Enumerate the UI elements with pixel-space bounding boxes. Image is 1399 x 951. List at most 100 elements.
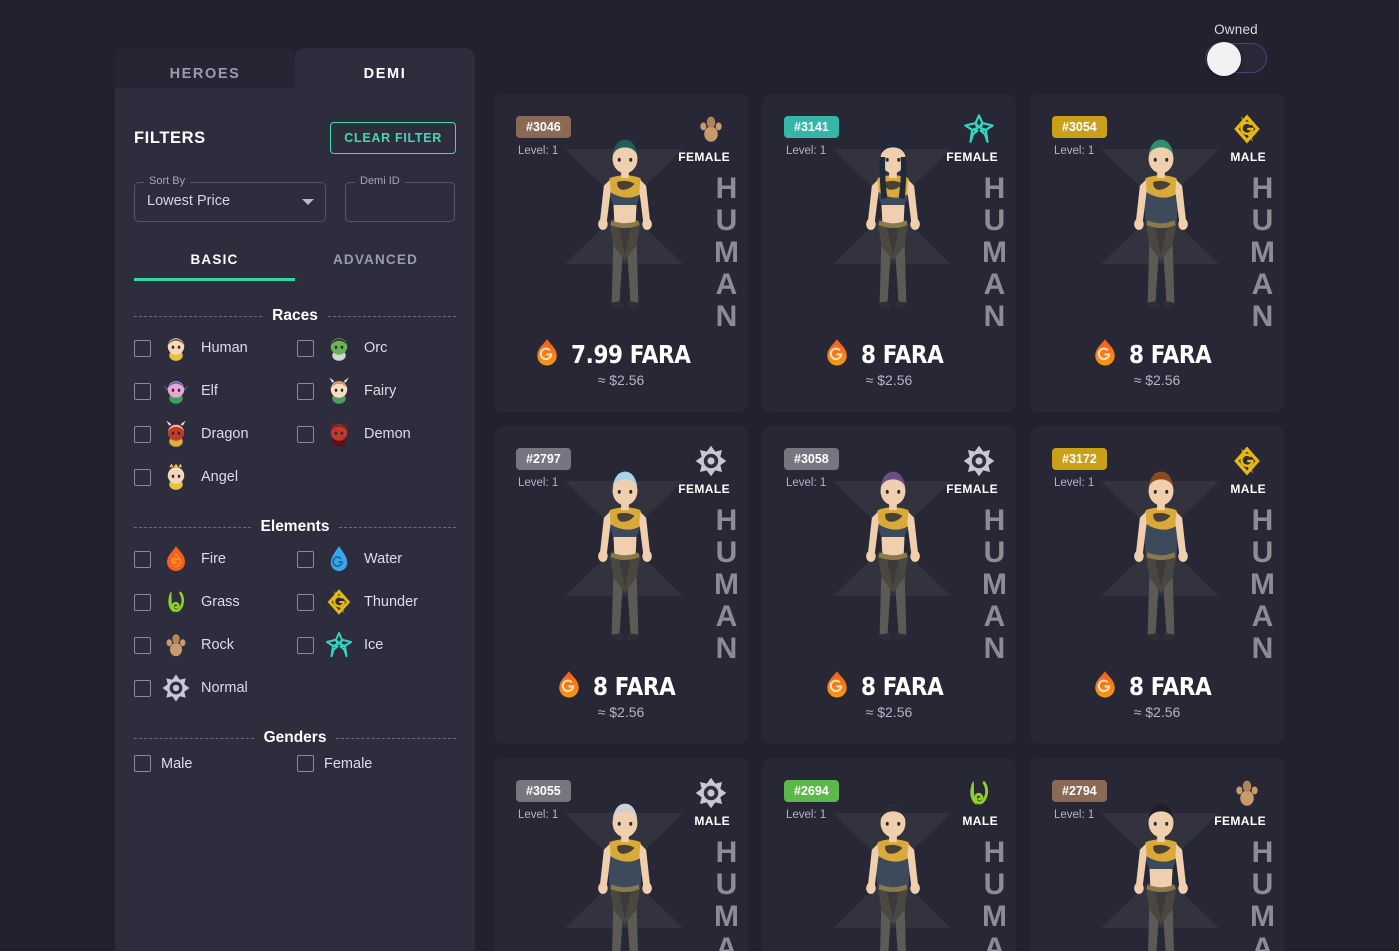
option-label: Ice <box>364 637 384 653</box>
filter-option-dragon[interactable]: Dragon <box>134 419 297 449</box>
gender-label: MALE <box>1230 482 1266 496</box>
normal-element-icon <box>161 673 191 703</box>
demi-card[interactable]: #2794 Level: 1 FEMALE HUMAN <box>1030 758 1284 951</box>
price-amount: 8 FARA <box>1128 340 1212 369</box>
filter-option-orc[interactable]: Orc <box>297 333 460 363</box>
subtab-advanced[interactable]: ADVANCED <box>295 252 456 281</box>
demi-card[interactable]: #3058 Level: 1 FEMALE HUMAN 8 FARA ≈ $2.56 <box>762 426 1016 744</box>
checkbox-male[interactable] <box>134 755 151 772</box>
gender-label: FEMALE <box>1214 814 1266 828</box>
divider <box>336 737 457 739</box>
option-label: Human <box>201 340 248 356</box>
race-label: HUMAN <box>710 172 743 332</box>
race-label: HUMAN <box>710 836 743 951</box>
checkbox-water[interactable] <box>297 550 314 568</box>
option-label: Grass <box>201 594 240 610</box>
normal-element-icon <box>694 776 728 810</box>
gender-label: MALE <box>694 814 730 828</box>
toggle-knob <box>1207 42 1241 76</box>
checkbox-demon[interactable] <box>297 425 314 443</box>
level-label: Level: 1 <box>786 809 827 821</box>
owned-label: Owned <box>1214 22 1258 37</box>
price-amount: 8 FARA <box>860 672 944 701</box>
filter-option-fairy[interactable]: Fairy <box>297 376 460 406</box>
level-label: Level: 1 <box>786 477 827 489</box>
filter-option-angel[interactable]: Angel <box>134 462 297 492</box>
gender-label: MALE <box>962 814 998 828</box>
checkbox-human[interactable] <box>134 339 151 357</box>
filter-subtabs: BASIC ADVANCED <box>134 252 456 281</box>
rock-element-icon <box>694 112 728 146</box>
demi-card[interactable]: #3055 Level: 1 MALE HUMAN <box>494 758 748 951</box>
option-label: Rock <box>201 637 235 653</box>
checkbox-angel[interactable] <box>134 468 151 486</box>
filter-option-grass[interactable]: Grass <box>134 587 297 617</box>
demi-id-input[interactable]: Demi ID <box>345 175 455 222</box>
checkbox-rock[interactable] <box>134 636 151 654</box>
price-amount: 8 FARA <box>860 340 944 369</box>
character-art <box>1113 462 1209 658</box>
checkbox-thunder[interactable] <box>297 593 314 611</box>
race-label: HUMAN <box>1246 504 1279 664</box>
demi-card[interactable]: #3046 Level: 1 FEMALE HUMAN 7.99 FARA ≈ $2.56 <box>494 94 748 412</box>
sort-by-select[interactable]: Sort By Lowest Price <box>134 175 326 222</box>
checkbox-dragon[interactable] <box>134 425 151 443</box>
filter-fields: Sort By Lowest Price Demi ID <box>134 175 456 222</box>
demi-card[interactable]: #3172 Level: 1 MALE HUMAN 8 FARA ≈ $2.56 <box>1030 426 1284 744</box>
filter-option-demon[interactable]: Demon <box>297 419 460 449</box>
price-usd: ≈ $2.56 <box>1133 372 1181 388</box>
demi-card[interactable]: #3141 Level: 1 FEMALE HUMAN 8 FARA ≈ $2.56 <box>762 94 1016 412</box>
level-label: Level: 1 <box>1054 145 1095 157</box>
filter-option-water[interactable]: Water <box>297 544 460 574</box>
gender-label: MALE <box>1230 150 1266 164</box>
checkbox-elf[interactable] <box>134 382 151 400</box>
divider <box>134 315 263 317</box>
price-amount: 8 FARA <box>1128 672 1212 701</box>
demi-id-badge: #3058 <box>784 448 839 470</box>
filter-option-ice[interactable]: Ice <box>297 630 460 660</box>
elf-race-icon <box>161 376 191 406</box>
fara-token-icon <box>822 337 852 372</box>
checkbox-fairy[interactable] <box>297 382 314 400</box>
demi-id-label: Demi ID <box>355 175 405 187</box>
checkbox-orc[interactable] <box>297 339 314 357</box>
grass-element-icon <box>161 587 191 617</box>
checkbox-grass[interactable] <box>134 593 151 611</box>
character-art <box>577 794 673 951</box>
checkbox-female[interactable] <box>297 755 314 772</box>
demi-card[interactable]: #2694 Level: 1 MALE HUMAN <box>762 758 1016 951</box>
race-label: HUMAN <box>978 504 1011 664</box>
water-element-icon <box>324 544 354 574</box>
filter-option-female[interactable]: Female <box>297 755 460 772</box>
filter-option-elf[interactable]: Elf <box>134 376 297 406</box>
fara-token-icon <box>1090 337 1120 372</box>
filter-option-rock[interactable]: Rock <box>134 630 297 660</box>
section-header-races: Races <box>134 307 456 325</box>
price-usd: ≈ $2.56 <box>1133 704 1181 720</box>
filter-option-normal[interactable]: Normal <box>134 673 297 703</box>
filter-sections: Races Human Orc Elf Fairy Dragon Demon Angel Ele… <box>134 307 457 772</box>
divider <box>339 526 457 528</box>
demi-card[interactable]: #3054 Level: 1 MALE HUMAN 8 FARA ≈ $2.56 <box>1030 94 1284 412</box>
checkbox-normal[interactable] <box>134 679 151 697</box>
options-grid: Fire Water Grass Thunder Rock Ice Normal <box>134 544 456 703</box>
owned-toggle[interactable] <box>1205 42 1267 76</box>
option-label: Fire <box>201 551 226 567</box>
marketplace-page: Owned HEROES DEMI FILTERS CLEAR FILTER S… <box>0 0 1399 951</box>
section-header-elements: Elements <box>134 518 457 536</box>
subtab-basic[interactable]: BASIC <box>134 252 295 281</box>
filter-option-human[interactable]: Human <box>134 333 297 363</box>
filter-option-male[interactable]: Male <box>134 755 297 772</box>
price-usd: ≈ $2.56 <box>597 704 645 720</box>
options-grid: Male Female <box>134 755 456 772</box>
checkbox-fire[interactable] <box>134 550 151 568</box>
options-grid: Human Orc Elf Fairy Dragon Demon Angel <box>134 333 456 492</box>
filter-option-thunder[interactable]: Thunder <box>297 587 460 617</box>
character-art <box>845 462 941 658</box>
demi-id-badge: #2694 <box>784 780 839 802</box>
filter-option-fire[interactable]: Fire <box>134 544 297 574</box>
race-label: HUMAN <box>710 504 743 664</box>
clear-filter-button[interactable]: CLEAR FILTER <box>330 122 456 154</box>
demi-card[interactable]: #2797 Level: 1 FEMALE HUMAN 8 FARA ≈ $2.56 <box>494 426 748 744</box>
checkbox-ice[interactable] <box>297 636 314 654</box>
